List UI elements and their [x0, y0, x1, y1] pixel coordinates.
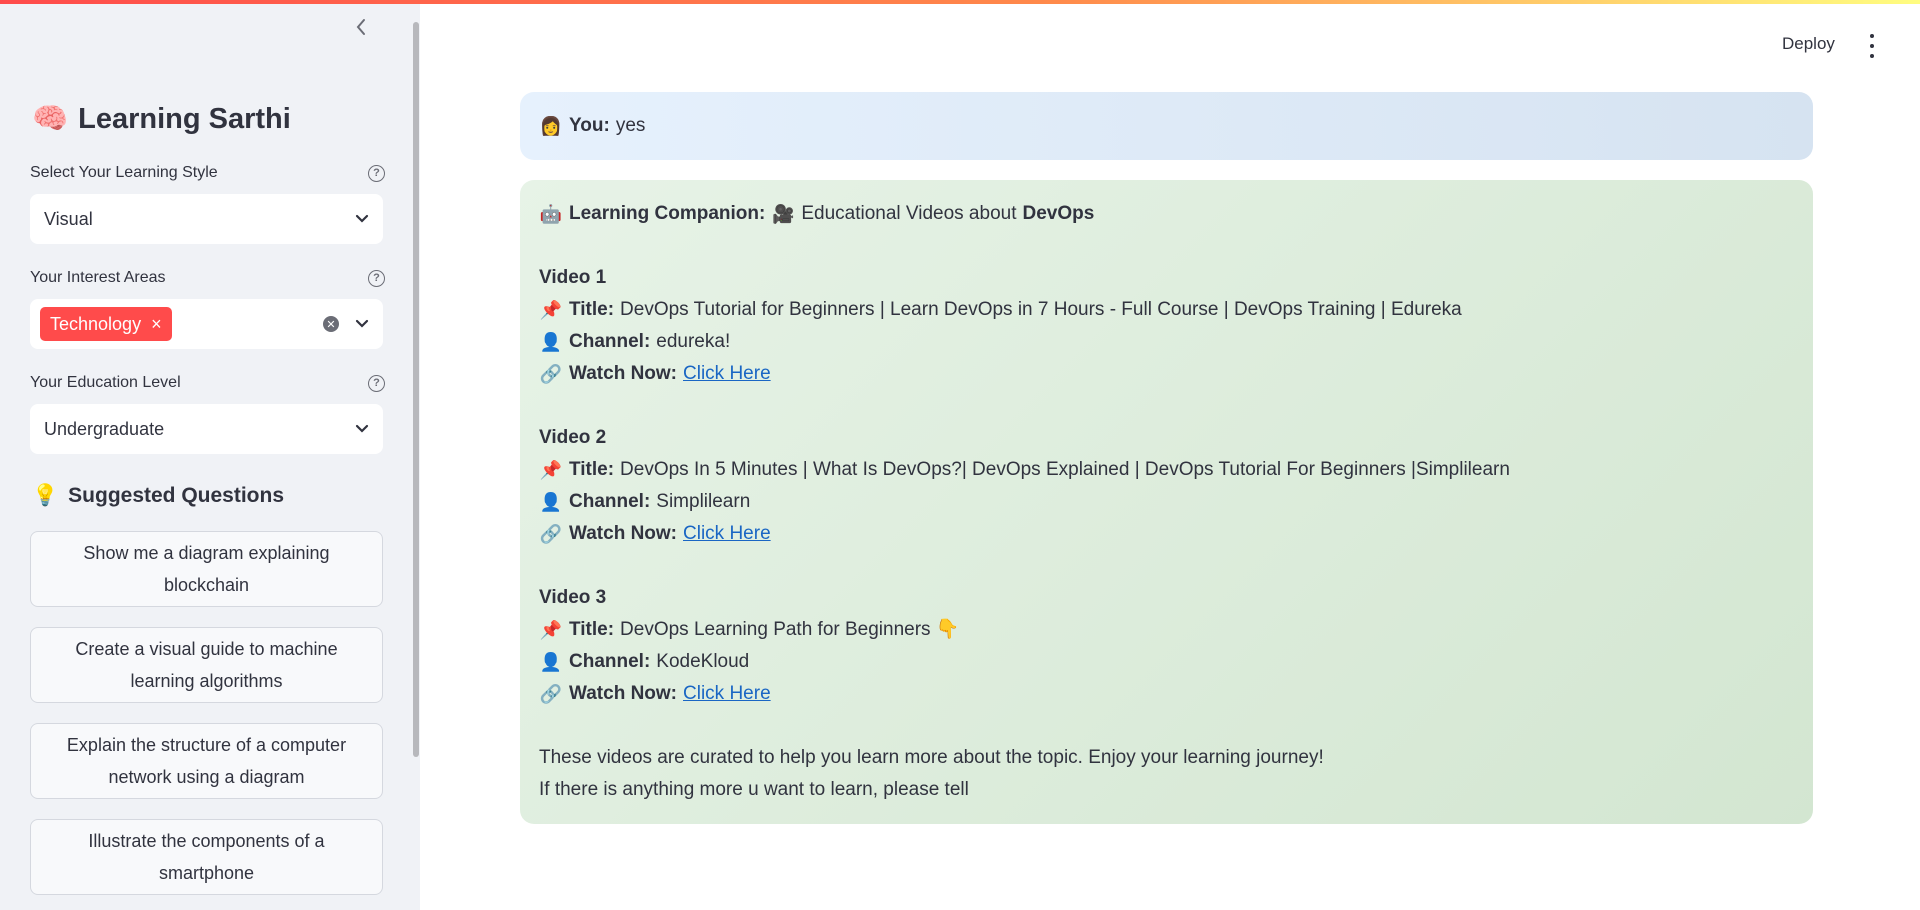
chevron-down-icon [355, 214, 369, 223]
channel-name: edureka! [656, 331, 731, 352]
pin-icon: 📌 [539, 460, 563, 480]
suggested-question-button[interactable]: Create a visual guide to machine learnin… [30, 627, 383, 703]
user-message-text: yes [615, 115, 646, 136]
more-vertical-icon [1870, 54, 1874, 58]
interest-areas-label: Your Interest Areas ? [30, 269, 385, 287]
education-level-label: Your Education Level ? [30, 374, 385, 392]
chevron-down-icon [355, 319, 369, 328]
collapse-sidebar-button[interactable] [348, 14, 374, 40]
video-heading-text: Video 3 [539, 587, 607, 608]
suggested-questions-heading-text: Suggested Questions [68, 484, 285, 507]
watch-link[interactable]: Click Here [683, 518, 771, 550]
app-title: 🧠 Learning Sarthi [32, 102, 291, 136]
suggested-questions-heading: 💡 Suggested Questions [32, 484, 284, 508]
video-channel-row: 👤 Channel: KodeKloud [539, 646, 1794, 678]
suggested-question-button[interactable]: Illustrate the components of a smartphon… [30, 819, 383, 895]
watch-link[interactable]: Click Here [683, 678, 771, 710]
assistant-message: 🤖 Learning Companion: 🎥 Educational Vide… [520, 180, 1813, 824]
video-heading: Video 3 [539, 582, 1794, 614]
watch-label: Watch Now: [569, 523, 678, 544]
interest-areas-multiselect[interactable]: Technology × ✕ [30, 299, 383, 349]
watch-label: Watch Now: [569, 683, 678, 704]
user-avatar-icon: 👩 [539, 115, 563, 136]
link-icon: 🔗 [539, 364, 563, 384]
person-icon: 👤 [539, 332, 563, 352]
video-watch-row: 🔗 Watch Now: Click Here [539, 358, 1794, 390]
education-level-label-text: Your Education Level [30, 374, 181, 391]
chevron-down-icon [355, 424, 369, 433]
link-icon: 🔗 [539, 684, 563, 704]
video-camera-icon: 🎥 [772, 204, 795, 224]
title-label: Title: [569, 299, 615, 320]
watch-label: Watch Now: [569, 363, 678, 384]
title-label: Title: [569, 619, 615, 640]
learning-style-value: Visual [44, 208, 93, 229]
assistant-label: Learning Companion: [569, 203, 766, 224]
footer-text: If there is anything more u want to lear… [539, 779, 969, 800]
watch-link[interactable]: Click Here [683, 358, 771, 390]
learning-style-select[interactable]: Visual [30, 194, 383, 244]
remove-tag-icon[interactable]: × [151, 315, 162, 333]
video-watch-row: 🔗 Watch Now: Click Here [539, 518, 1794, 550]
channel-label: Channel: [569, 651, 651, 672]
link-icon: 🔗 [539, 524, 563, 544]
video-channel-row: 👤 Channel: edureka! [539, 326, 1794, 358]
suggested-question-button[interactable]: Explain the structure of a computer netw… [30, 723, 383, 799]
assistant-header: 🤖 Learning Companion: 🎥 Educational Vide… [539, 198, 1794, 230]
lightbulb-icon: 💡 [32, 484, 59, 507]
robot-icon: 🤖 [539, 204, 563, 224]
video-heading-text: Video 1 [539, 267, 607, 288]
help-icon[interactable]: ? [368, 269, 385, 287]
video-heading: Video 2 [539, 422, 1794, 454]
suggested-question-button[interactable]: Show me a diagram explaining blockchain [30, 531, 383, 607]
video-heading-text: Video 2 [539, 427, 607, 448]
intro-topic: DevOps [1022, 203, 1095, 224]
title-label: Title: [569, 459, 615, 480]
more-vertical-icon [1870, 34, 1874, 38]
help-icon[interactable]: ? [368, 374, 385, 392]
pin-icon: 📌 [539, 300, 563, 320]
video-title: DevOps Learning Path for Beginners 👇 [620, 619, 960, 640]
intro-text: Educational Videos about [801, 203, 1017, 224]
video-title: DevOps In 5 Minutes | What Is DevOps?| D… [620, 459, 1510, 480]
video-title-row: 📌 Title: DevOps Tutorial for Beginners |… [539, 294, 1794, 326]
sidebar-scrollbar[interactable] [413, 22, 419, 757]
chevron-left-icon [356, 19, 365, 35]
tag-technology: Technology × [40, 307, 172, 341]
top-decoration-bar [0, 0, 1920, 4]
person-icon: 👤 [539, 492, 563, 512]
clear-selection-icon[interactable]: ✕ [323, 316, 339, 332]
sidebar: 🧠 Learning Sarthi Select Your Learning S… [0, 0, 420, 910]
video-title-row: 📌 Title: DevOps Learning Path for Beginn… [539, 614, 1794, 646]
user-label: You: [569, 115, 610, 136]
main-menu-button[interactable] [1865, 34, 1879, 58]
app-title-text: Learning Sarthi [78, 102, 291, 135]
more-vertical-icon [1870, 44, 1874, 48]
video-title-row: 📌 Title: DevOps In 5 Minutes | What Is D… [539, 454, 1794, 486]
video-heading: Video 1 [539, 262, 1794, 294]
education-level-select[interactable]: Undergraduate [30, 404, 383, 454]
channel-label: Channel: [569, 491, 651, 512]
tag-label: Technology [50, 313, 142, 334]
video-title: DevOps Tutorial for Beginners | Learn De… [620, 299, 1462, 320]
deploy-button[interactable]: Deploy [1782, 34, 1835, 54]
learning-style-label-text: Select Your Learning Style [30, 164, 218, 181]
person-icon: 👤 [539, 652, 563, 672]
channel-label: Channel: [569, 331, 651, 352]
video-watch-row: 🔗 Watch Now: Click Here [539, 678, 1794, 710]
interest-areas-label-text: Your Interest Areas [30, 269, 166, 286]
help-icon[interactable]: ? [368, 164, 385, 182]
pin-icon: 📌 [539, 620, 563, 640]
channel-name: Simplilearn [656, 491, 751, 512]
learning-style-label: Select Your Learning Style ? [30, 164, 385, 182]
education-level-value: Undergraduate [44, 418, 165, 439]
video-channel-row: 👤 Channel: Simplilearn [539, 486, 1794, 518]
brain-icon: 🧠 [32, 103, 69, 135]
footer-text: These videos are curated to help you lea… [539, 747, 1324, 768]
user-message: 👩 You: yes [520, 92, 1813, 160]
channel-name: KodeKloud [656, 651, 750, 672]
